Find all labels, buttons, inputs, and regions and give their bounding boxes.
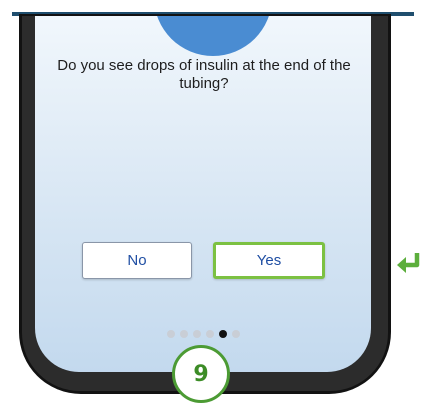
page-dot: [231, 330, 240, 338]
page-dot: [179, 330, 188, 338]
return-arrow-icon: [397, 253, 420, 273]
question-text: Do you see drops of insulin at the end o…: [57, 57, 351, 92]
page-dot: [205, 330, 214, 338]
page-dot: [192, 330, 201, 338]
page-dot: [166, 330, 175, 338]
header-circle: [154, 16, 272, 56]
page-indicator: [35, 330, 371, 338]
yes-button[interactable]: Yes: [213, 242, 325, 279]
page-dot-active: [218, 330, 227, 338]
step-number-badge: 9: [172, 345, 230, 403]
no-button[interactable]: No: [82, 242, 192, 279]
phone-screen: Do you see drops of insulin at the end o…: [35, 16, 371, 372]
